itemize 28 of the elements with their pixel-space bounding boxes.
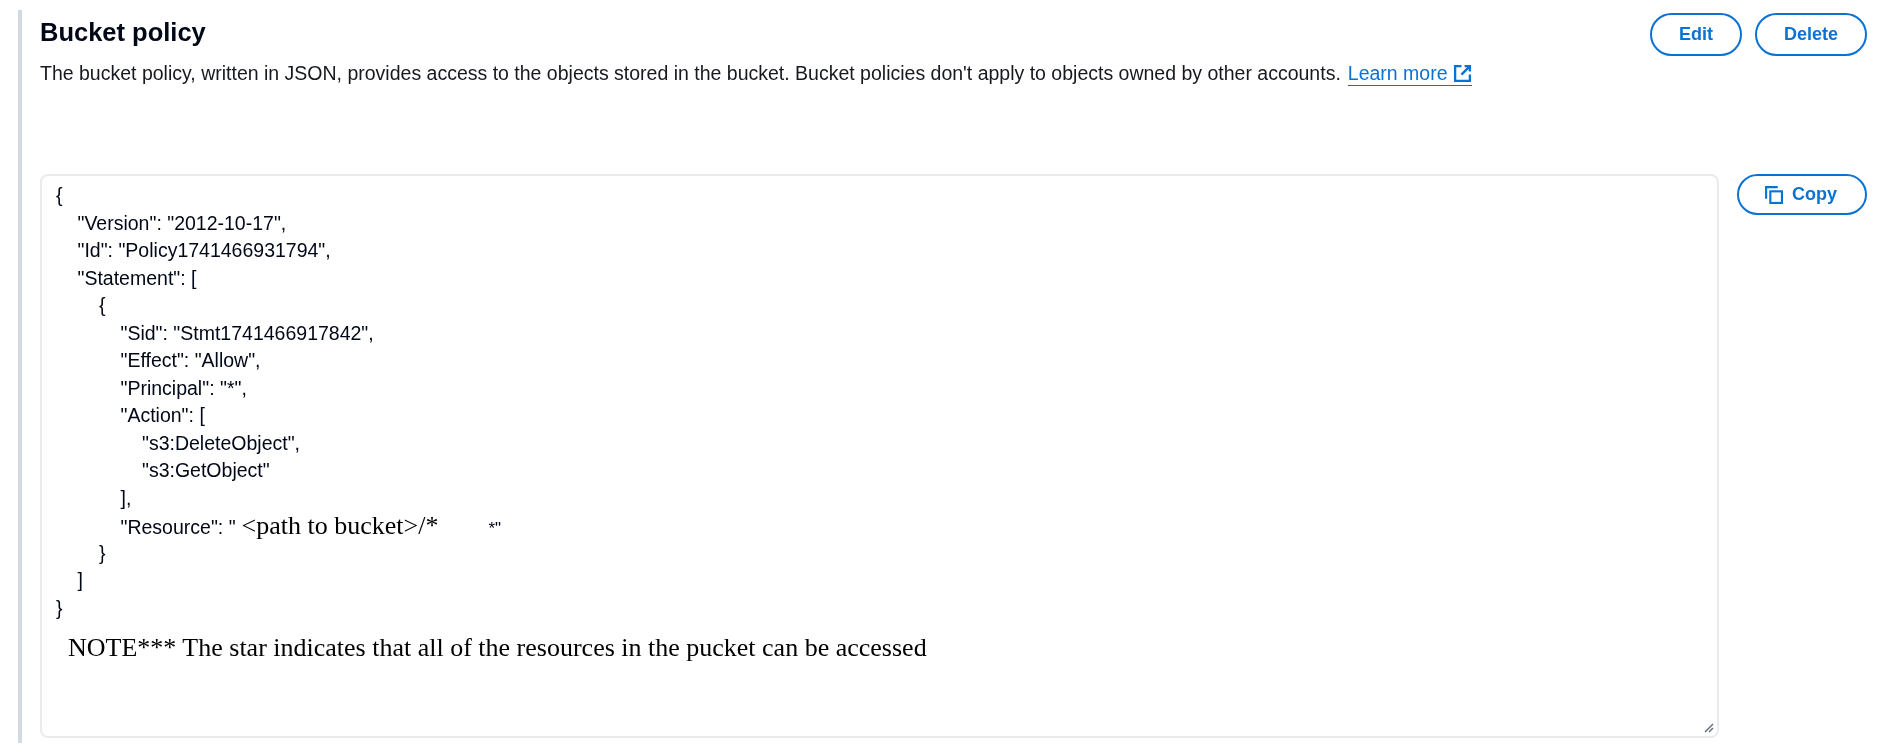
delete-button[interactable]: Delete bbox=[1754, 13, 1867, 56]
code-line: ], bbox=[120, 485, 132, 511]
description-text: The bucket policy, written in JSON, provides access to the objects stored in the bucket. Bucket policies don't apply to objects owned by other accounts. bbox=[40, 61, 1341, 85]
code-line: "s3:GetObject" bbox=[142, 458, 270, 483]
code-line: { bbox=[99, 293, 106, 318]
code-line: } bbox=[56, 595, 63, 621]
code-line: } bbox=[99, 540, 106, 566]
code-line: *" bbox=[488, 518, 502, 540]
code-line: "Resource": " bbox=[120, 515, 236, 540]
code-line: "s3:DeleteObject", bbox=[142, 430, 300, 456]
resize-handle-icon[interactable] bbox=[1704, 723, 1714, 733]
code-line: { bbox=[56, 183, 63, 208]
learn-more-link[interactable]: Learn more bbox=[1347, 62, 1472, 86]
section-title: Bucket policy bbox=[40, 17, 206, 47]
code-line: ] bbox=[77, 568, 83, 593]
overlay-text: <path to bucket>/* bbox=[241, 512, 439, 540]
code-line: "Principal": "*", bbox=[120, 375, 247, 401]
note-text: NOTE*** The star indicates that all of the resources in the pucket can be accessed bbox=[68, 633, 927, 663]
copy-icon bbox=[1764, 185, 1783, 204]
code-line: "Statement": [ bbox=[77, 265, 197, 291]
code-line: "Version": "2012-10-17", bbox=[77, 210, 287, 236]
code-line: "Id": "Policy1741466931794", bbox=[77, 238, 331, 263]
code-line: "Action": [ bbox=[120, 403, 205, 428]
code-line: "Sid": "Stmt1741466917842", bbox=[120, 320, 374, 346]
copy-button[interactable]: Copy bbox=[1737, 174, 1867, 215]
code-line: "Effect": "Allow", bbox=[120, 348, 261, 373]
external-link-icon bbox=[1452, 64, 1472, 83]
edit-button[interactable]: Edit bbox=[1649, 13, 1742, 56]
